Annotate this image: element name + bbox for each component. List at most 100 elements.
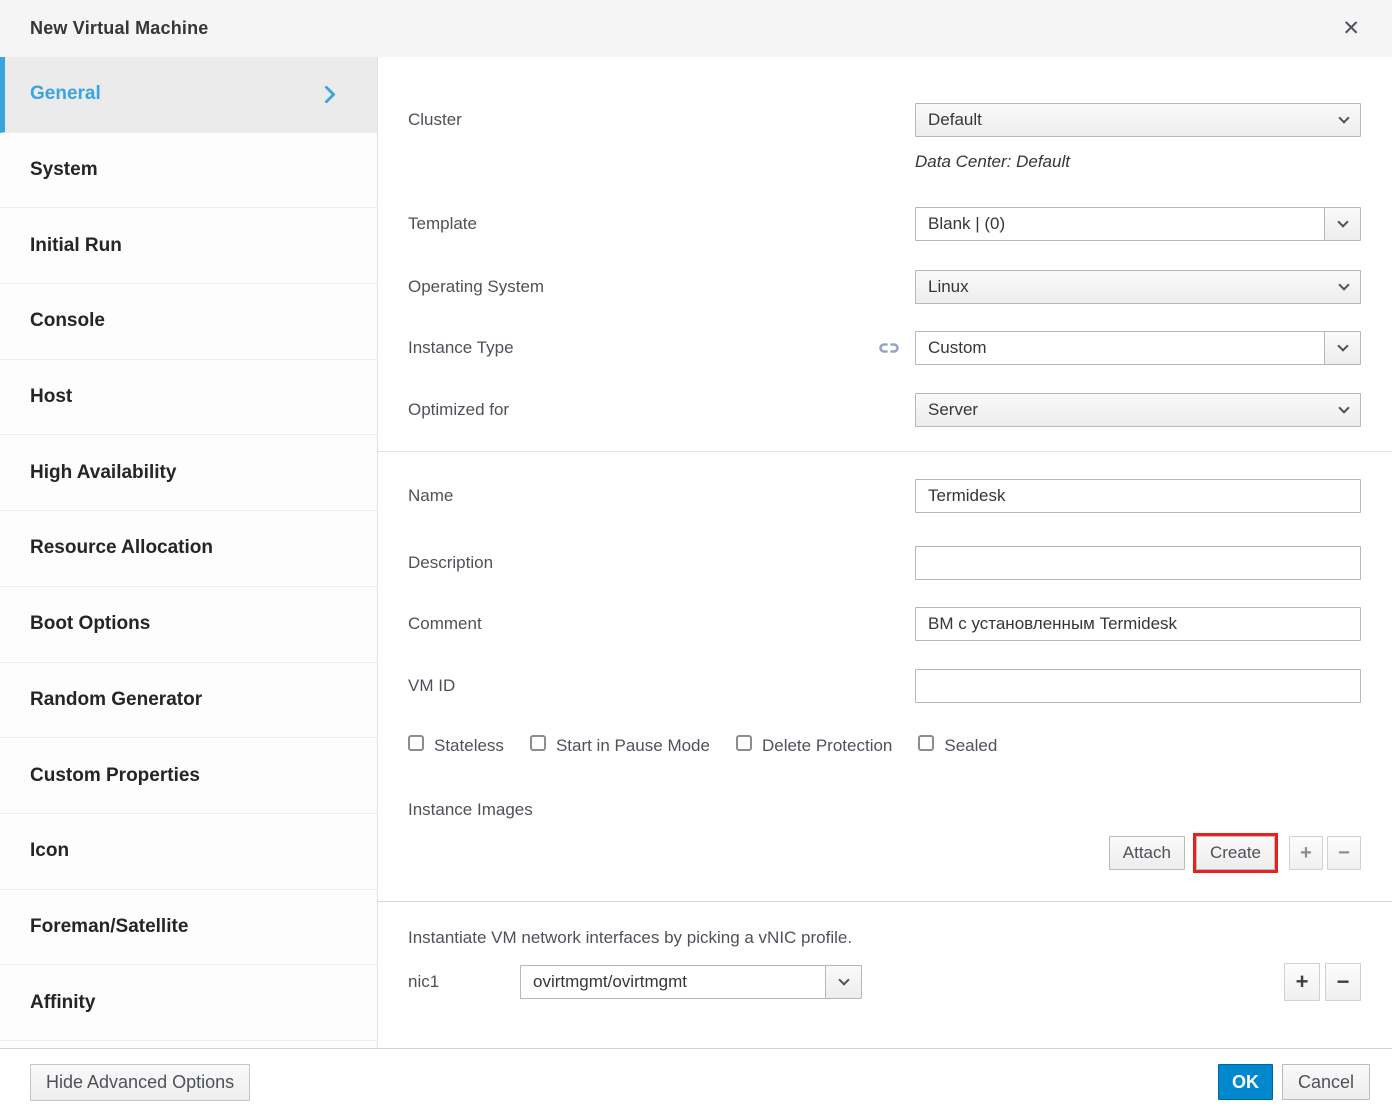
sidebar-item-affinity[interactable]: Affinity bbox=[0, 965, 377, 1041]
chevron-down-icon bbox=[1337, 340, 1348, 351]
instance-type-combobox: Custom bbox=[915, 331, 1361, 365]
attach-button[interactable]: Attach bbox=[1109, 836, 1185, 870]
sidebar-item-label: Affinity bbox=[30, 992, 95, 1014]
minus-icon: − bbox=[1337, 971, 1350, 993]
instance-type-value[interactable]: Custom bbox=[915, 331, 1325, 365]
optimized-for-value: Server bbox=[928, 400, 978, 420]
sidebar-item-high-availability[interactable]: High Availability bbox=[0, 435, 377, 511]
vm-id-row: VM ID bbox=[408, 669, 1361, 703]
minus-icon: − bbox=[1338, 843, 1350, 863]
template-dropdown-button[interactable] bbox=[1324, 207, 1361, 241]
cluster-select[interactable]: Default bbox=[915, 103, 1361, 137]
sidebar-item-custom-properties[interactable]: Custom Properties bbox=[0, 738, 377, 814]
add-nic-button[interactable]: + bbox=[1284, 963, 1320, 1001]
sidebar-item-host[interactable]: Host bbox=[0, 360, 377, 436]
instance-images-label: Instance Images bbox=[408, 800, 1361, 820]
description-label: Description bbox=[408, 553, 915, 573]
vnic-profile-combobox: ovirtmgmt/ovirtmgmt bbox=[520, 965, 862, 999]
operating-system-row: Operating System Linux bbox=[408, 270, 1361, 304]
sidebar-item-label: Icon bbox=[30, 840, 69, 862]
chevron-right-icon bbox=[317, 85, 335, 103]
name-row: Name bbox=[408, 479, 1361, 513]
instance-images-toolbar: Attach Create + − bbox=[408, 833, 1361, 873]
template-value[interactable]: Blank | (0) bbox=[915, 207, 1325, 241]
sidebar-item-label: High Availability bbox=[30, 462, 176, 484]
add-disk-button[interactable]: + bbox=[1289, 836, 1323, 870]
sidebar-item-random-generator[interactable]: Random Generator bbox=[0, 663, 377, 739]
sidebar-item-label: Host bbox=[30, 386, 72, 408]
dialog-title: New Virtual Machine bbox=[30, 18, 209, 39]
create-button[interactable]: Create bbox=[1196, 836, 1275, 870]
sealed-label: Sealed bbox=[944, 736, 997, 756]
delete-protection-checkbox[interactable] bbox=[736, 735, 752, 751]
comment-label: Comment bbox=[408, 614, 915, 634]
instance-type-label: Instance Type bbox=[408, 338, 915, 358]
description-row: Description bbox=[408, 546, 1361, 580]
sidebar-item-label: System bbox=[30, 159, 98, 181]
stateless-label: Stateless bbox=[434, 736, 504, 756]
instance-type-row: Instance Type Custom bbox=[408, 331, 1361, 365]
dialog-footer: Hide Advanced Options OK Cancel bbox=[0, 1048, 1392, 1115]
unlink-icon[interactable] bbox=[877, 341, 901, 355]
close-icon[interactable]: ✕ bbox=[1334, 14, 1368, 43]
sealed-checkbox[interactable] bbox=[918, 735, 934, 751]
chevron-down-icon bbox=[1338, 279, 1349, 290]
operating-system-label: Operating System bbox=[408, 277, 915, 297]
sidebar-item-label: Console bbox=[30, 310, 105, 332]
optimized-for-row: Optimized for Server bbox=[408, 393, 1361, 427]
cluster-label: Cluster bbox=[408, 110, 915, 130]
operating-system-select[interactable]: Linux bbox=[915, 270, 1361, 304]
name-label: Name bbox=[408, 486, 915, 506]
template-label: Template bbox=[408, 214, 915, 234]
template-combobox: Blank | (0) bbox=[915, 207, 1361, 241]
chevron-down-icon bbox=[1338, 402, 1349, 413]
chevron-down-icon bbox=[1337, 216, 1348, 227]
vm-id-label: VM ID bbox=[408, 676, 915, 696]
hide-advanced-options-button[interactable]: Hide Advanced Options bbox=[30, 1064, 250, 1101]
new-vm-dialog: New Virtual Machine ✕ General System Ini… bbox=[0, 0, 1392, 1115]
dialog-header: New Virtual Machine ✕ bbox=[0, 0, 1392, 57]
sidebar-item-resource-allocation[interactable]: Resource Allocation bbox=[0, 511, 377, 587]
vm-id-input[interactable] bbox=[915, 669, 1361, 703]
remove-nic-button[interactable]: − bbox=[1325, 963, 1361, 1001]
cancel-button[interactable]: Cancel bbox=[1282, 1064, 1370, 1100]
delete-protection-label: Delete Protection bbox=[762, 736, 892, 756]
create-button-highlight: Create bbox=[1193, 833, 1278, 873]
sidebar-item-console[interactable]: Console bbox=[0, 284, 377, 360]
delete-protection-option: Delete Protection bbox=[736, 735, 892, 757]
start-in-pause-mode-option: Start in Pause Mode bbox=[530, 735, 710, 757]
remove-disk-button[interactable]: − bbox=[1327, 836, 1361, 870]
sidebar-item-icon[interactable]: Icon bbox=[0, 814, 377, 890]
optimized-for-select[interactable]: Server bbox=[915, 393, 1361, 427]
vnic-profile-value[interactable]: ovirtmgmt/ovirtmgmt bbox=[520, 965, 826, 999]
vm-flags-row: Stateless Start in Pause Mode Delete Pro… bbox=[408, 735, 1361, 757]
instance-type-dropdown-button[interactable] bbox=[1324, 331, 1361, 365]
start-in-pause-mode-label: Start in Pause Mode bbox=[556, 736, 710, 756]
cluster-row: Cluster Default bbox=[408, 103, 1361, 137]
vnic-profile-dropdown-button[interactable] bbox=[825, 965, 862, 999]
ok-button[interactable]: OK bbox=[1218, 1064, 1273, 1100]
start-in-pause-mode-checkbox[interactable] bbox=[530, 735, 546, 751]
sidebar-item-foreman-satellite[interactable]: Foreman/Satellite bbox=[0, 890, 377, 966]
sidebar-item-boot-options[interactable]: Boot Options bbox=[0, 587, 377, 663]
plus-icon: + bbox=[1300, 843, 1312, 863]
dialog-sidebar: General System Initial Run Console Host … bbox=[0, 57, 378, 1048]
optimized-for-label: Optimized for bbox=[408, 400, 915, 420]
nic1-label: nic1 bbox=[408, 972, 520, 992]
sidebar-item-general[interactable]: General bbox=[0, 57, 377, 133]
comment-input[interactable] bbox=[915, 607, 1361, 641]
sidebar-item-label: General bbox=[30, 83, 101, 105]
description-input[interactable] bbox=[915, 546, 1361, 580]
sealed-option: Sealed bbox=[918, 735, 997, 757]
vnic-instruction-text: Instantiate VM network interfaces by pic… bbox=[408, 928, 1361, 948]
sidebar-item-label: Custom Properties bbox=[30, 765, 200, 787]
sidebar-item-initial-run[interactable]: Initial Run bbox=[0, 208, 377, 284]
sidebar-item-label: Random Generator bbox=[30, 689, 202, 711]
sidebar-item-label: Resource Allocation bbox=[30, 537, 213, 559]
stateless-checkbox[interactable] bbox=[408, 735, 424, 751]
sidebar-item-system[interactable]: System bbox=[0, 133, 377, 209]
operating-system-value: Linux bbox=[928, 277, 969, 297]
cluster-select-value: Default bbox=[928, 110, 982, 130]
sidebar-item-label: Foreman/Satellite bbox=[30, 916, 188, 938]
name-input[interactable] bbox=[915, 479, 1361, 513]
